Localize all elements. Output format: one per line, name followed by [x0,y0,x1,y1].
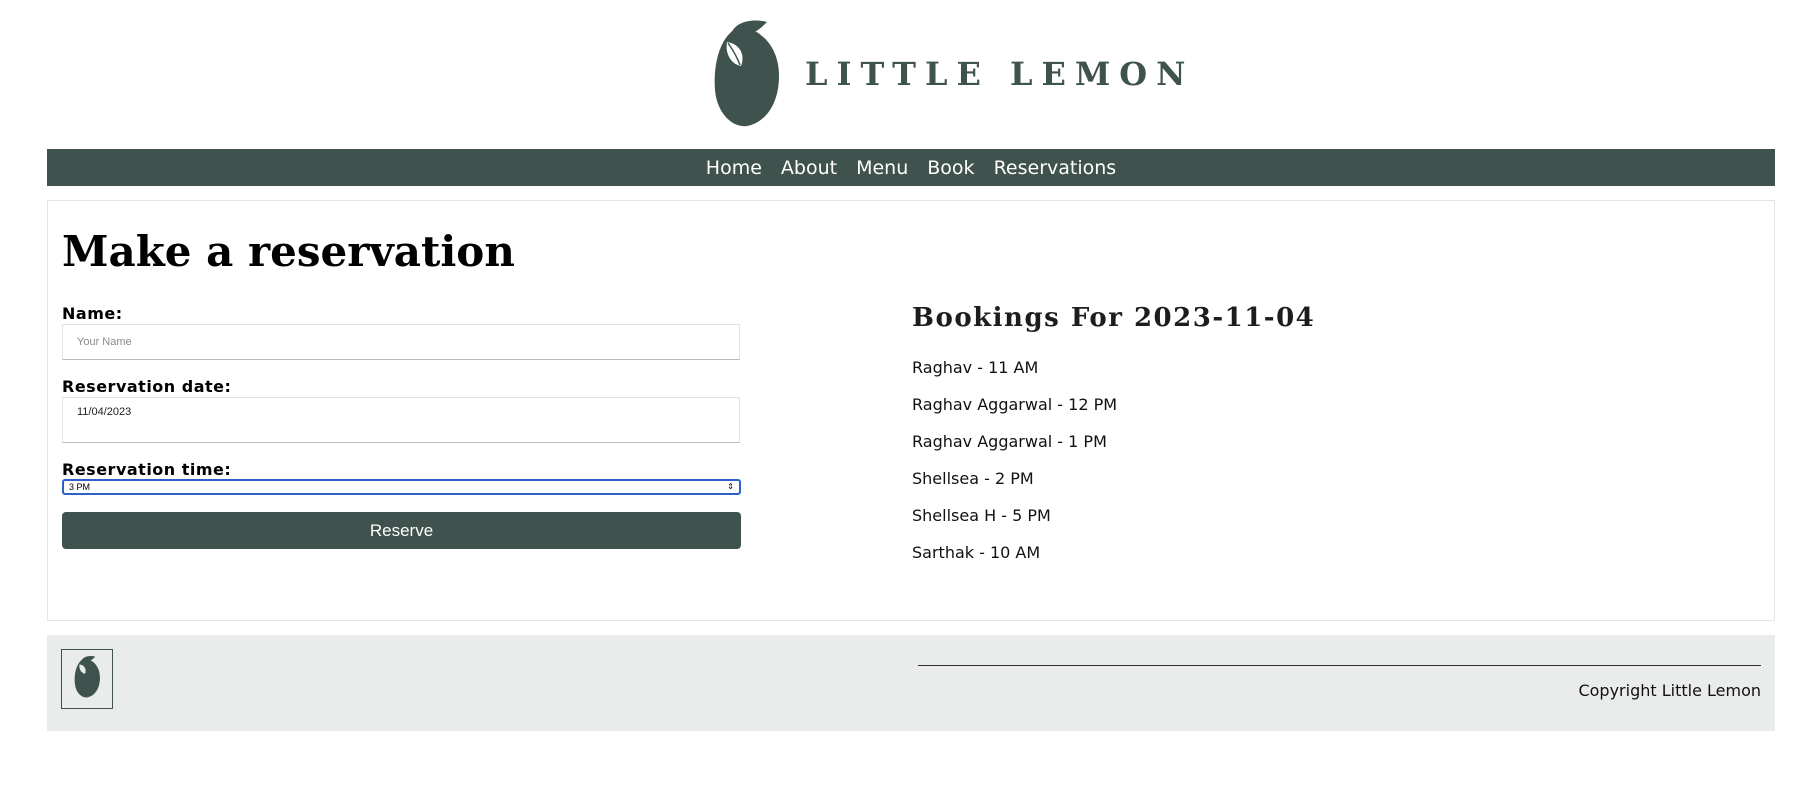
nav-menu[interactable]: Menu [856,157,908,179]
nav-about[interactable]: About [781,157,837,179]
lemon-icon [73,655,101,703]
footer-divider [918,665,1761,666]
brand-name: LITTLE LEMON [805,55,1195,93]
page-title: Make a reservation [62,227,515,276]
main-nav: Home About Menu Book Reservations [47,149,1775,186]
header-logo[interactable]: LITTLE LEMON [711,18,1194,130]
copyright-text: Copyright Little Lemon [1578,681,1761,700]
reservation-time-select[interactable]: 3 PM ⇕ [62,479,741,495]
site-header: LITTLE LEMON [0,0,1815,148]
nav-home[interactable]: Home [706,157,762,179]
booking-item: Shellsea - 2 PM [912,469,1034,488]
date-label: Reservation date: [62,377,232,396]
name-input[interactable] [62,324,740,360]
nav-reservations[interactable]: Reservations [994,157,1117,179]
bookings-title: Bookings For 2023-11-04 [912,303,1316,333]
name-label: Name: [62,304,123,323]
bookings-list: Raghav - 11 AM Raghav Aggarwal - 12 PM R… [912,358,1117,580]
booking-item: Raghav Aggarwal - 12 PM [912,395,1118,414]
lemon-icon [711,18,781,130]
reservation-card: Make a reservation Name: Reservation dat… [47,200,1775,621]
time-label: Reservation time: [62,460,232,479]
booking-item: Raghav Aggarwal - 1 PM [912,432,1107,451]
booking-item: Shellsea H - 5 PM [912,506,1051,525]
reservation-date-field[interactable] [62,397,740,443]
nav-book[interactable]: Book [927,157,974,179]
reserve-button[interactable]: Reserve [62,512,741,549]
booking-item: Raghav - 11 AM [912,358,1039,377]
booking-item: Sarthak - 10 AM [912,543,1041,562]
select-arrows-icon: ⇕ [727,482,734,491]
site-footer: Copyright Little Lemon [47,635,1775,731]
footer-logo[interactable] [61,649,113,709]
time-selected-value: 3 PM [69,482,91,492]
